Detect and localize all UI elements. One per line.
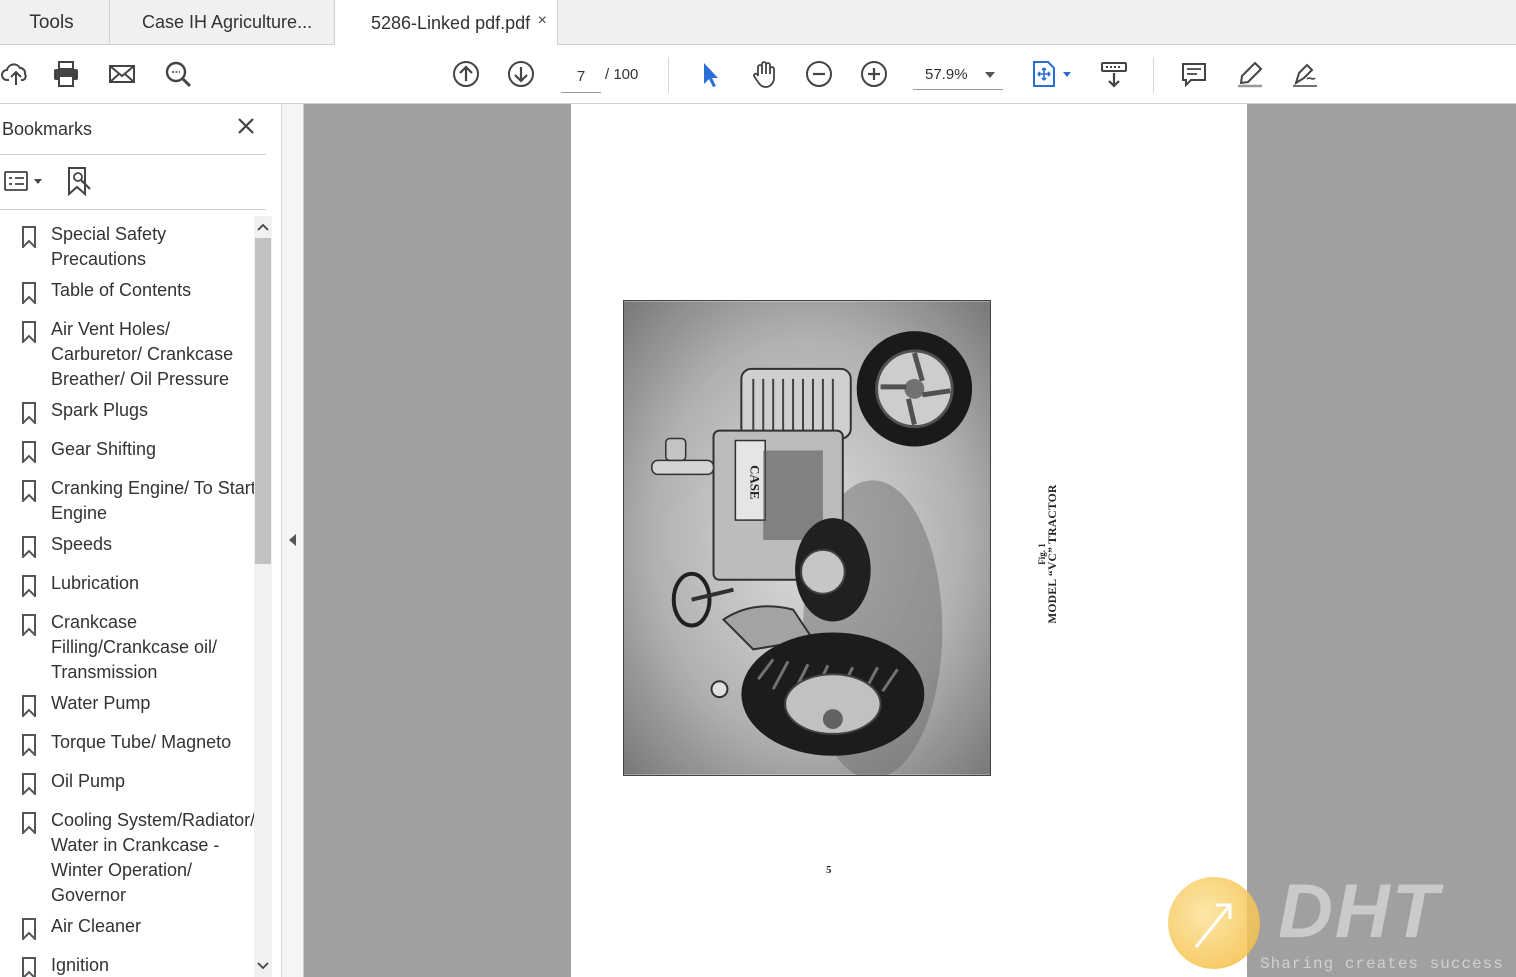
bookmark-icon bbox=[22, 957, 36, 977]
zoom-out-icon[interactable] bbox=[803, 58, 835, 90]
bookmark-icon bbox=[22, 282, 36, 304]
bookmark-icon bbox=[22, 614, 36, 636]
highlight-icon[interactable] bbox=[1234, 58, 1266, 90]
bookmark-icon bbox=[22, 402, 36, 424]
document-viewport[interactable]: CASE Fig. 1 MODEL “VC” TRACTOR 5 bbox=[304, 104, 1516, 977]
find-bookmark-icon[interactable] bbox=[65, 165, 95, 197]
bookmark-label: Table of Contents bbox=[51, 280, 192, 300]
hand-icon[interactable] bbox=[748, 58, 780, 90]
figure-caption: Fig. 1 MODEL “VC” TRACTOR bbox=[1037, 454, 1077, 654]
sign-icon[interactable] bbox=[1289, 58, 1321, 90]
close-icon[interactable] bbox=[234, 114, 258, 138]
bookmark-label: Air Vent Holes/ Carburetor/ Crankcase Br… bbox=[51, 319, 234, 389]
bookmark-label: Ignition bbox=[51, 955, 110, 975]
bookmark-label: Spark Plugs bbox=[51, 400, 149, 420]
zoom-dropdown[interactable]: 57.9% bbox=[913, 60, 1003, 90]
bookmark-label: Cranking Engine/ To Start Engine bbox=[51, 478, 254, 523]
figure-title: MODEL “VC” TRACTOR bbox=[1047, 484, 1059, 624]
bookmark-scrollbar[interactable] bbox=[254, 216, 272, 977]
page-number-input[interactable] bbox=[561, 60, 601, 93]
bookmark-label: Crankcase Filling/Crankcase oil/ Transmi… bbox=[51, 612, 218, 682]
tractor-photo: CASE bbox=[623, 300, 991, 776]
tab-doc1-label: Case IH Agriculture... bbox=[142, 12, 313, 32]
collapse-panel-handle[interactable] bbox=[282, 104, 304, 977]
bookmark-icon bbox=[22, 321, 36, 343]
bookmark-icon bbox=[22, 734, 36, 756]
printed-page-number: 5 bbox=[826, 864, 832, 876]
tab-document-case-ih[interactable]: Case IH Agriculture... bbox=[110, 0, 335, 45]
bookmark-label: Cooling System/Radiator/ Water in Crankc… bbox=[51, 810, 254, 905]
watermark-subtext: Sharing creates success bbox=[1260, 955, 1504, 973]
chevron-left-icon bbox=[289, 534, 296, 546]
bookmark-label: Torque Tube/ Magneto bbox=[51, 732, 232, 752]
tab-doc2-label: 5286-Linked pdf.pdf bbox=[371, 12, 531, 33]
bookmark-label: Special Safety Precautions bbox=[51, 224, 167, 269]
bookmark-list: Special Safety Precautions Table of Cont… bbox=[0, 216, 254, 977]
comment-icon[interactable] bbox=[1178, 58, 1210, 90]
scroll-mode-icon[interactable] bbox=[1098, 58, 1130, 90]
main-toolbar: / 100 57.9% bbox=[0, 45, 1516, 104]
tab-bar: Tools Case IH Agriculture... 5286-Linked… bbox=[0, 0, 1516, 46]
panel-divider bbox=[0, 154, 266, 155]
bookmark-icon bbox=[22, 226, 36, 248]
fit-page-caret-icon[interactable] bbox=[1063, 72, 1071, 77]
bookmark-label: Gear Shifting bbox=[51, 439, 157, 459]
bookmark-label: Air Cleaner bbox=[51, 916, 142, 936]
bookmark-icon bbox=[22, 812, 36, 834]
bookmark-icon bbox=[22, 773, 36, 795]
prev-page-icon[interactable] bbox=[450, 58, 482, 90]
tab-close-icon[interactable]: × bbox=[538, 12, 547, 30]
page-total: / 100 bbox=[605, 66, 639, 83]
toolbar-divider bbox=[668, 57, 669, 93]
panel-title: Bookmarks bbox=[2, 119, 93, 139]
bookmark-options-button[interactable] bbox=[3, 170, 45, 192]
bookmark-label: Lubrication bbox=[51, 573, 140, 593]
bookmark-icon bbox=[22, 480, 36, 502]
toolbar-divider bbox=[1153, 57, 1154, 93]
select-cursor-icon[interactable] bbox=[694, 58, 726, 90]
fit-page-icon[interactable] bbox=[1028, 58, 1060, 90]
tab-tools[interactable]: Tools bbox=[0, 0, 110, 45]
figure-label: Fig. 1 bbox=[1037, 543, 1047, 565]
bookmark-label: Speeds bbox=[51, 534, 113, 554]
chevron-down-icon bbox=[985, 72, 995, 78]
scrollbar-thumb[interactable] bbox=[255, 238, 271, 564]
watermark-text: DHT bbox=[1278, 869, 1441, 954]
next-page-icon[interactable] bbox=[505, 58, 537, 90]
panel-divider bbox=[0, 209, 266, 210]
scroll-down-icon[interactable] bbox=[254, 957, 272, 975]
search-zoom-icon[interactable] bbox=[162, 58, 194, 90]
bookmark-label: Oil Pump bbox=[51, 771, 126, 791]
bookmark-icon bbox=[22, 918, 36, 940]
watermark-logo bbox=[1168, 877, 1260, 969]
tab-tools-label: Tools bbox=[29, 11, 74, 33]
bookmark-icon bbox=[22, 695, 36, 717]
mail-icon[interactable] bbox=[106, 58, 138, 90]
bookmark-icon bbox=[22, 536, 36, 558]
print-icon[interactable] bbox=[50, 58, 82, 90]
bookmark-label: Water Pump bbox=[51, 693, 151, 713]
zoom-value: 57.9% bbox=[925, 66, 968, 83]
upload-cloud-icon[interactable] bbox=[0, 58, 32, 90]
tab-document-active[interactable]: 5286-Linked pdf.pdf × bbox=[335, 0, 558, 46]
pdf-page: CASE Fig. 1 MODEL “VC” TRACTOR 5 bbox=[571, 104, 1247, 977]
scroll-up-icon[interactable] bbox=[254, 218, 272, 236]
zoom-in-icon[interactable] bbox=[858, 58, 890, 90]
bookmarks-panel: Bookmarks Special Safety Precautions Tab… bbox=[0, 104, 282, 977]
bookmark-icon bbox=[22, 575, 36, 597]
bookmark-icon bbox=[22, 441, 36, 463]
